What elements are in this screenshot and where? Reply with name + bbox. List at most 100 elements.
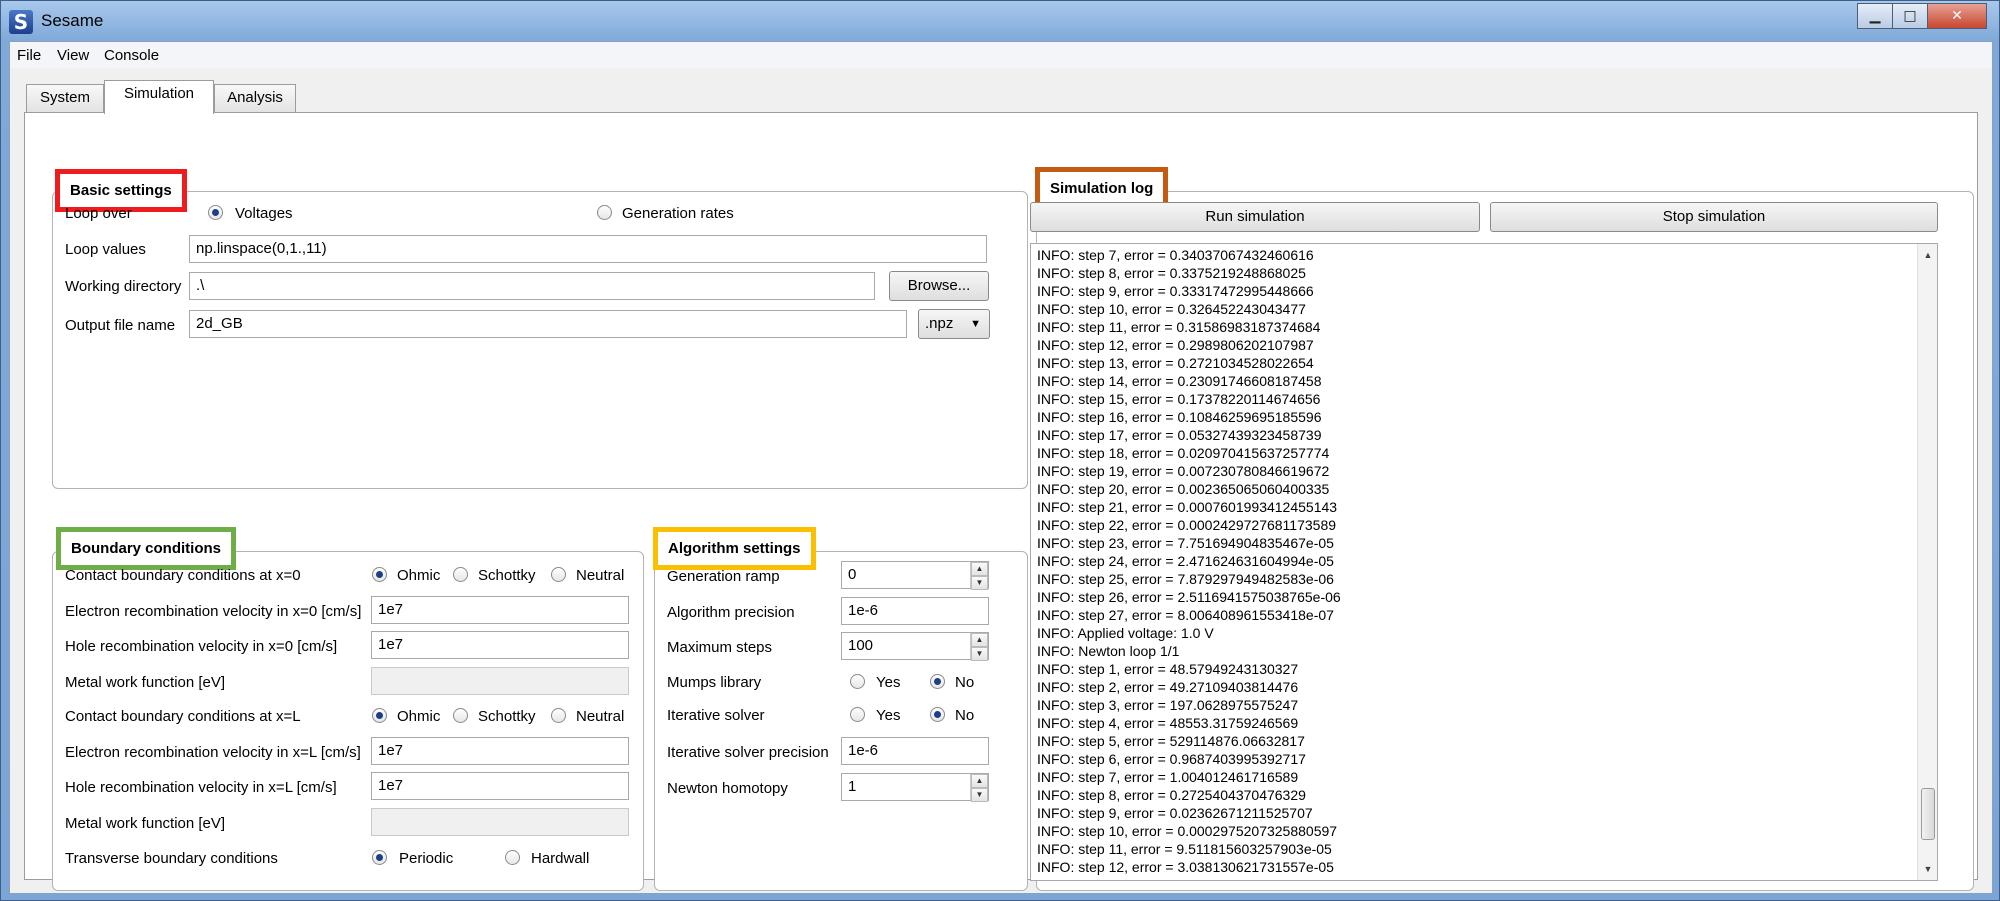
minimize-button[interactable]: ▁	[1857, 3, 1893, 29]
log-line: INFO: step 26, error = 2.511694157503876…	[1037, 589, 1341, 605]
working-directory-input[interactable]: .\	[189, 272, 875, 300]
contact-xl-schottky-radio[interactable]	[453, 708, 468, 723]
metal-work-function-xl-input	[371, 808, 629, 836]
scroll-down-icon[interactable]: ▼	[1918, 860, 1937, 878]
browse-button[interactable]: Browse...	[889, 271, 989, 301]
transverse-label: Transverse boundary conditions	[65, 850, 278, 867]
log-line: INFO: step 20, error = 0.002365065060400…	[1037, 481, 1330, 497]
maximum-steps-label: Maximum steps	[667, 639, 773, 656]
loop-over-label: Loop over	[65, 205, 132, 222]
simulation-log-output[interactable]: INFO: step 7, error = 0.3403706743246061…	[1030, 243, 1938, 881]
run-simulation-button[interactable]: Run simulation	[1030, 202, 1480, 232]
log-line: INFO: step 25, error = 7.879297949482583…	[1037, 571, 1334, 587]
newton-homotopy-spinner[interactable]: ▲ ▼	[970, 774, 988, 802]
log-line: INFO: step 11, error = 0.315869831873746…	[1037, 319, 1321, 335]
electron-velocity-xl-input[interactable]: 1e7	[371, 737, 629, 765]
title-bar[interactable]: S Sesame ▁ □ ✕	[1, 1, 2000, 41]
close-button[interactable]: ✕	[1927, 3, 1987, 29]
electron-velocity-xl-label: Electron recombination velocity in x=L […	[65, 744, 361, 761]
app-logo-icon: S	[9, 10, 33, 34]
spin-up-icon[interactable]: ▲	[971, 774, 988, 788]
log-scrollbar[interactable]: ▲ ▼	[1917, 244, 1937, 880]
periodic-radio[interactable]	[372, 850, 387, 865]
contact-x0-schottky-radio[interactable]	[453, 567, 468, 582]
window-title: Sesame	[41, 11, 104, 30]
menu-console[interactable]: Console	[104, 47, 159, 64]
log-line: INFO: step 19, error = 0.007230780846619…	[1037, 463, 1330, 479]
log-line: INFO: step 23, error = 7.751694904835467…	[1037, 535, 1334, 551]
metal-work-function-x0-input	[371, 667, 629, 695]
log-line: INFO: step 9, error = 0.0236267121152570…	[1037, 805, 1313, 821]
generation-rates-radio[interactable]	[597, 205, 612, 220]
menu-file[interactable]: File	[17, 47, 41, 64]
mumps-yes-label: Yes	[876, 674, 901, 691]
iterative-no-label: No	[955, 707, 975, 724]
contact-xl-ohmic-radio[interactable]	[372, 708, 387, 723]
electron-velocity-x0-label: Electron recombination velocity in x=0 […	[65, 603, 362, 620]
spin-up-icon[interactable]: ▲	[971, 562, 988, 576]
log-line: INFO: step 12, error = 0.298980620210798…	[1037, 337, 1314, 353]
metal-work-function-xl-label: Metal work function [eV]	[65, 815, 226, 832]
log-lines: INFO: step 7, error = 0.3403706743246061…	[1037, 246, 1907, 876]
log-line: INFO: step 15, error = 0.173782201146746…	[1037, 391, 1321, 407]
newton-homotopy-input[interactable]: 1	[841, 773, 989, 801]
tab-analysis[interactable]: Analysis	[214, 84, 296, 112]
client-area: File View Console System Simulation Anal…	[9, 41, 1993, 894]
log-line: INFO: Newton loop 1/1	[1037, 643, 1180, 659]
log-line: INFO: step 11, error = 9.511815603257903…	[1037, 841, 1332, 857]
spin-down-icon[interactable]: ▼	[971, 788, 988, 802]
contact-x0-neutral-radio[interactable]	[551, 567, 566, 582]
voltages-radio[interactable]	[208, 205, 223, 220]
spin-up-icon[interactable]: ▲	[971, 633, 988, 647]
iterative-precision-input[interactable]: 1e-6	[841, 737, 989, 765]
output-file-input[interactable]: 2d_GB	[189, 310, 907, 338]
iterative-yes-radio[interactable]	[850, 707, 865, 722]
generation-ramp-label: Generation ramp	[667, 568, 780, 585]
log-line: INFO: step 17, error = 0.053274393234587…	[1037, 427, 1322, 443]
extension-select[interactable]: .npz ▼	[918, 309, 990, 339]
log-line: INFO: step 8, error = 0.3375219248868025	[1037, 265, 1306, 281]
hole-velocity-xl-input[interactable]: 1e7	[371, 772, 629, 800]
algorithm-precision-input[interactable]: 1e-6	[841, 597, 989, 625]
generation-ramp-input[interactable]: 0	[841, 561, 989, 589]
menu-view[interactable]: View	[57, 47, 89, 64]
mumps-no-radio[interactable]	[930, 674, 945, 689]
generation-ramp-spinner[interactable]: ▲ ▼	[970, 562, 988, 590]
maximize-button[interactable]: □	[1892, 3, 1928, 29]
electron-velocity-x0-input[interactable]: 1e7	[371, 596, 629, 624]
stop-simulation-button[interactable]: Stop simulation	[1490, 202, 1938, 232]
periodic-label: Periodic	[399, 850, 454, 867]
hardwall-radio[interactable]	[505, 850, 520, 865]
log-line: INFO: step 7, error = 0.3403706743246061…	[1037, 247, 1314, 263]
log-line: INFO: step 27, error = 8.006408961553418…	[1037, 607, 1334, 623]
voltages-label: Voltages	[235, 205, 293, 222]
log-line: INFO: step 12, error = 3.038130621731557…	[1037, 859, 1334, 875]
loop-values-input[interactable]: np.linspace(0,1.,11)	[189, 235, 987, 263]
contact-x0-ohmic-radio[interactable]	[372, 567, 387, 582]
contact-xl-neutral-radio[interactable]	[551, 708, 566, 723]
iterative-solver-label: Iterative solver	[667, 707, 765, 724]
maximum-steps-input[interactable]: 100	[841, 632, 989, 660]
algorithm-settings-title: Algorithm settings	[653, 527, 816, 570]
scroll-up-icon[interactable]: ▲	[1918, 246, 1937, 264]
loop-values-label: Loop values	[65, 241, 146, 258]
log-line: INFO: step 10, error = 0.000297520732588…	[1037, 823, 1338, 839]
contact-x0-neutral-label: Neutral	[576, 567, 625, 584]
log-line: INFO: step 4, error = 48553.31759246569	[1037, 715, 1299, 731]
spin-down-icon[interactable]: ▼	[971, 647, 988, 661]
iterative-no-radio[interactable]	[930, 707, 945, 722]
hole-velocity-x0-input[interactable]: 1e7	[371, 631, 629, 659]
log-line: INFO: step 21, error = 0.000760199341245…	[1037, 499, 1338, 515]
contact-xl-label: Contact boundary conditions at x=L	[65, 708, 301, 725]
maximum-steps-spinner[interactable]: ▲ ▼	[970, 633, 988, 661]
hole-velocity-x0-label: Hole recombination velocity in x=0 [cm/s…	[65, 638, 338, 655]
chevron-down-icon: ▼	[970, 318, 981, 330]
working-directory-label: Working directory	[65, 278, 182, 295]
mumps-yes-radio[interactable]	[850, 674, 865, 689]
tab-system[interactable]: System	[26, 84, 104, 112]
scroll-thumb[interactable]	[1921, 788, 1935, 840]
tab-simulation[interactable]: Simulation	[104, 80, 214, 114]
contact-x0-ohmic-label: Ohmic	[397, 567, 441, 584]
spin-down-icon[interactable]: ▼	[971, 576, 988, 590]
log-line: INFO: step 22, error = 0.000242972768117…	[1037, 517, 1337, 533]
